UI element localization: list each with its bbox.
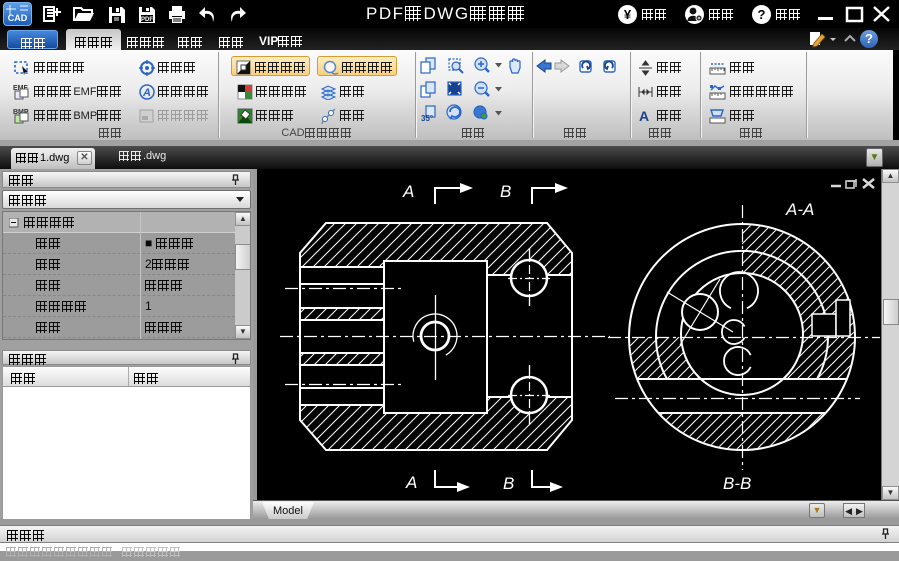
svg-text:A: A	[639, 108, 649, 124]
svg-text:PDF: PDF	[141, 17, 153, 23]
svg-text:B: B	[500, 182, 511, 201]
svg-text:B: B	[503, 474, 514, 493]
svg-text:A: A	[142, 87, 151, 99]
svg-text:A-A: A-A	[785, 200, 814, 219]
svg-text:B-B: B-B	[723, 474, 751, 493]
svg-text:35°: 35°	[421, 114, 433, 123]
svg-text:A: A	[402, 182, 414, 201]
svg-text:A: A	[405, 473, 417, 492]
